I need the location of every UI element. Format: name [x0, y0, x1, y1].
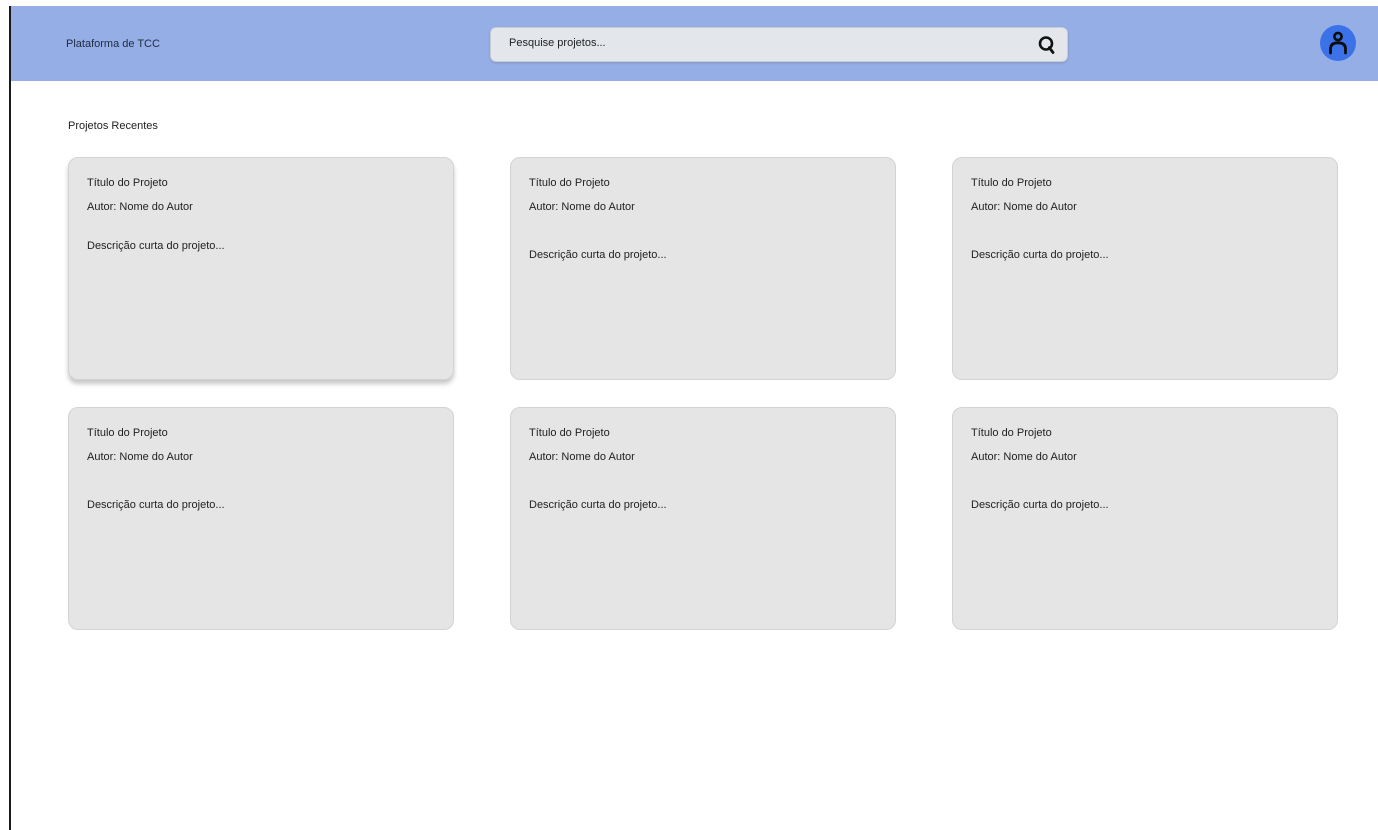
- user-icon[interactable]: [1320, 25, 1356, 61]
- project-description: Descrição curta do projeto...: [87, 499, 225, 511]
- section-title: Projetos Recentes: [68, 120, 158, 132]
- project-card[interactable]: Título do Projeto Autor: Nome do Autor D…: [952, 407, 1338, 630]
- project-author: Autor: Nome do Autor: [529, 201, 635, 213]
- project-description: Descrição curta do projeto...: [529, 249, 667, 261]
- search-icon[interactable]: [1037, 34, 1057, 56]
- top-bar: Plataforma de TCC: [11, 6, 1378, 81]
- project-card[interactable]: Título do Projeto Autor: Nome do Autor D…: [68, 407, 454, 630]
- project-card[interactable]: Título do Projeto Autor: Nome do Autor D…: [68, 157, 454, 380]
- search-bar[interactable]: [490, 27, 1068, 62]
- project-author: Autor: Nome do Autor: [529, 451, 635, 463]
- project-title: Título do Projeto: [529, 177, 610, 189]
- app-window: Plataforma de TCC Projetos Recentes Títu…: [9, 6, 1378, 830]
- project-title: Título do Projeto: [87, 427, 168, 439]
- project-author: Autor: Nome do Autor: [971, 451, 1077, 463]
- project-description: Descrição curta do projeto...: [971, 249, 1109, 261]
- project-description: Descrição curta do projeto...: [87, 240, 225, 252]
- project-card[interactable]: Título do Projeto Autor: Nome do Autor D…: [510, 407, 896, 630]
- project-description: Descrição curta do projeto...: [971, 499, 1109, 511]
- project-author: Autor: Nome do Autor: [971, 201, 1077, 213]
- app-title: Plataforma de TCC: [66, 38, 160, 50]
- search-input[interactable]: [509, 37, 1009, 49]
- project-title: Título do Projeto: [971, 427, 1052, 439]
- project-title: Título do Projeto: [87, 177, 168, 189]
- project-title: Título do Projeto: [529, 427, 610, 439]
- project-description: Descrição curta do projeto...: [529, 499, 667, 511]
- project-author: Autor: Nome do Autor: [87, 451, 193, 463]
- project-title: Título do Projeto: [971, 177, 1052, 189]
- project-card[interactable]: Título do Projeto Autor: Nome do Autor D…: [510, 157, 896, 380]
- project-card[interactable]: Título do Projeto Autor: Nome do Autor D…: [952, 157, 1338, 380]
- project-author: Autor: Nome do Autor: [87, 201, 193, 213]
